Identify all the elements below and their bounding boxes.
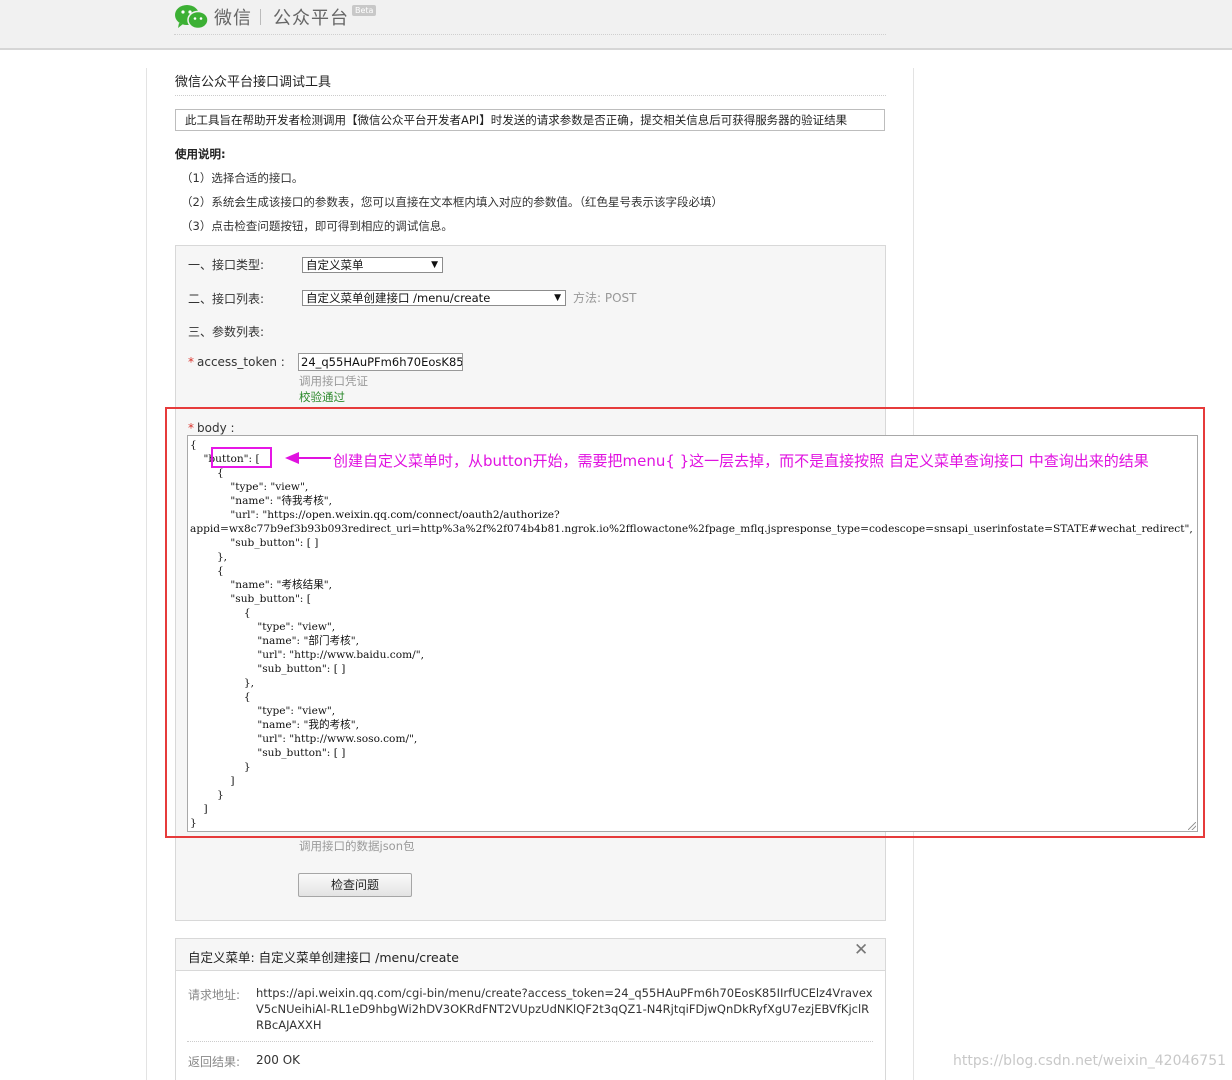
beta-badge: Beta [352, 4, 377, 16]
title-divider [175, 95, 886, 96]
body-hint: 调用接口的数据json包 [299, 839, 415, 853]
dropdown-arrow-icon: ▼ [554, 293, 561, 303]
method-label: 方法: [573, 291, 602, 305]
token-hint: 调用接口凭证 [299, 374, 368, 388]
wechat-bubbles-icon [175, 5, 209, 30]
request-url-label: 请求地址: [188, 988, 241, 1002]
method-value: POST [604, 291, 637, 305]
required-mark: * [188, 355, 194, 369]
api-type-label: 一、接口类型: [188, 258, 265, 272]
api-type-select[interactable]: 自定义菜单 ▼ [302, 257, 443, 273]
header-divider [174, 34, 886, 36]
api-type-value: 自定义菜单 [306, 258, 364, 272]
watermark: https://blog.csdn.net/weixin_42046751 [953, 1053, 1227, 1069]
brand-platform: 公众平台 [273, 8, 349, 29]
brand-separator [260, 9, 261, 25]
response-status: 200 OK [256, 1053, 301, 1067]
response-label: 返回结果: [188, 1055, 241, 1069]
token-field-label: * access_token : [188, 355, 285, 369]
api-list-value: 自定义菜单创建接口 /menu/create [306, 291, 491, 305]
token-valid-status: 校验通过 [299, 390, 345, 404]
param-list-label: 三、参数列表: [188, 325, 265, 339]
brand-wechat: 微信 [214, 8, 252, 29]
usage-step: （1）选择合适的接口。 [181, 171, 304, 185]
annotation-arrow-icon [285, 452, 331, 464]
page-title: 微信公众平台接口调试工具 [175, 75, 332, 90]
api-list-select[interactable]: 自定义菜单创建接口 /menu/create ▼ [302, 290, 566, 306]
access-token-input[interactable]: 24_q55HAuPFm6h70EosK85I [298, 353, 463, 371]
annotation-red-frame [165, 407, 1205, 838]
close-icon[interactable]: ✕ [854, 940, 868, 960]
dropdown-arrow-icon: ▼ [431, 260, 438, 270]
result-divider [187, 1041, 873, 1042]
intro-box: 此工具旨在帮助开发者检测调用【微信公众平台开发者API】时发送的请求参数是否正确… [175, 109, 885, 131]
token-label: access_token : [197, 355, 285, 369]
api-list-label: 二、接口列表: [188, 292, 265, 306]
annotation-text: 创建自定义菜单时，从button开始，需要把menu{ }这一层去掉，而不是直接… [333, 452, 1149, 470]
annotation-pink-frame [211, 447, 272, 468]
result-title: 自定义菜单: 自定义菜单创建接口 /menu/create [188, 950, 459, 965]
request-url: https://api.weixin.qq.com/cgi-bin/menu/c… [256, 986, 873, 1032]
check-problem-button[interactable]: 检查问题 [298, 873, 412, 897]
usage-step: （2）系统会生成该接口的参数表，您可以直接在文本框内填入对应的参数值。（红色星号… [181, 195, 724, 209]
content-border-left [146, 68, 147, 1080]
usage-step: （3）点击检查问题按钮，即可得到相应的调试信息。 [181, 219, 453, 233]
method-info: 方法: POST [573, 289, 637, 306]
wechat-logo[interactable]: 微信 公众平台 Beta [174, 2, 377, 32]
usage-title: 使用说明: [175, 147, 226, 161]
